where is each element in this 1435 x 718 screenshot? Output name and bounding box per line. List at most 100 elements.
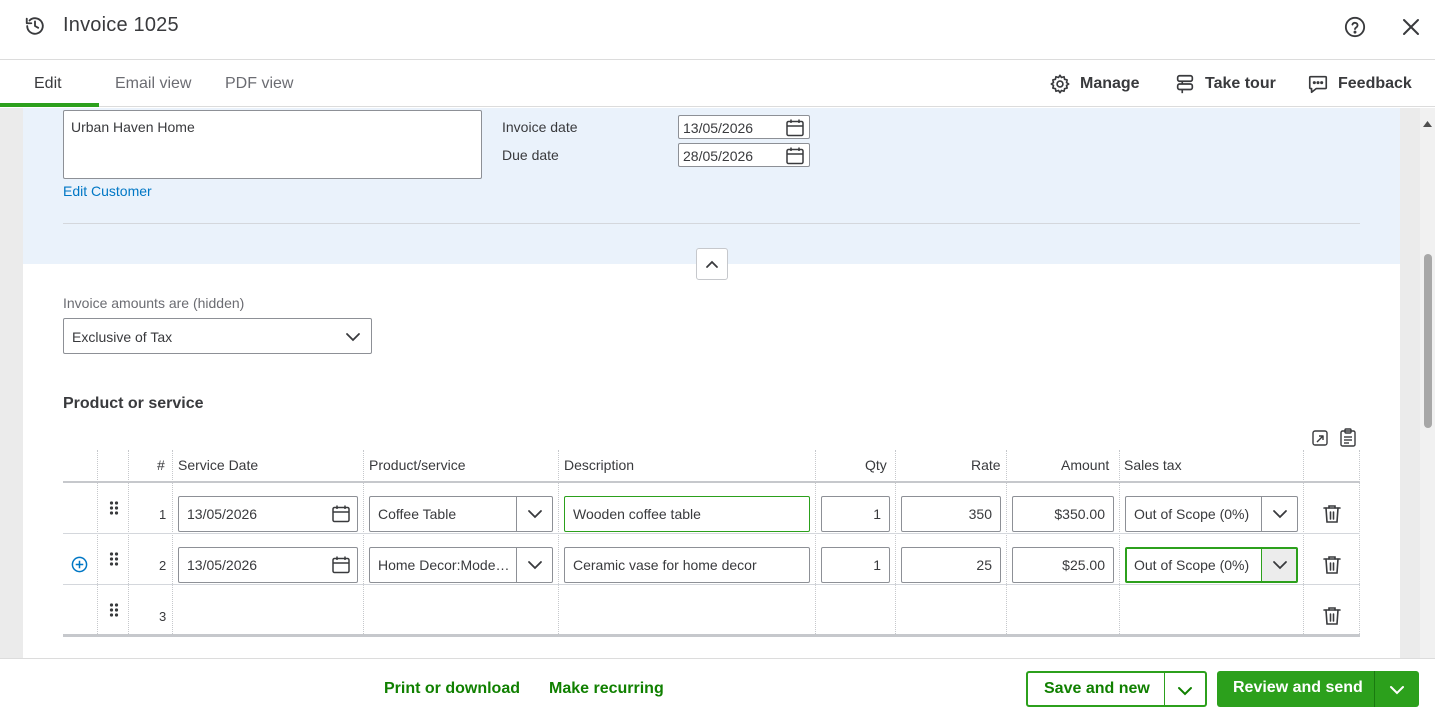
chevron-down-icon[interactable] bbox=[516, 548, 552, 582]
due-date-value: 28/05/2026 bbox=[683, 148, 754, 164]
section-divider bbox=[63, 223, 1360, 224]
active-tab-indicator bbox=[0, 103, 99, 107]
chevron-down-icon[interactable] bbox=[1177, 684, 1193, 702]
sales-tax-value: Out of Scope (0%) bbox=[1134, 506, 1250, 522]
description-value: Wooden coffee table bbox=[573, 506, 701, 522]
rate-input[interactable]: 350 bbox=[901, 496, 1001, 532]
row-number: 2 bbox=[159, 558, 167, 573]
column-divider bbox=[1303, 450, 1304, 636]
calendar-icon[interactable] bbox=[785, 118, 805, 141]
column-divider bbox=[172, 450, 173, 636]
amount-input[interactable]: $350.00 bbox=[1012, 496, 1114, 532]
chevron-up-icon bbox=[706, 260, 718, 268]
due-date-label: Due date bbox=[502, 147, 559, 163]
column-divider bbox=[558, 450, 559, 636]
invoice-date-input[interactable]: 13/05/2026 bbox=[678, 115, 810, 139]
column-divider bbox=[1359, 450, 1360, 636]
make-recurring-button[interactable]: Make recurring bbox=[549, 680, 664, 698]
row-number: 3 bbox=[159, 609, 167, 624]
scroll-up-arrow-icon[interactable] bbox=[1423, 114, 1432, 132]
sales-tax-select[interactable]: Out of Scope (0%) bbox=[1125, 547, 1298, 583]
review-and-send-button[interactable]: Review and send bbox=[1217, 671, 1419, 707]
signpost-icon bbox=[1176, 74, 1194, 94]
amount-value: $25.00 bbox=[1062, 557, 1105, 573]
tab-edit[interactable]: Edit bbox=[34, 75, 62, 93]
take-tour-button[interactable]: Take tour bbox=[1174, 71, 1276, 97]
product-select[interactable]: Home Decor:Mode… bbox=[369, 547, 553, 583]
add-line-icon[interactable] bbox=[71, 556, 88, 578]
invoice-date-label: Invoice date bbox=[502, 119, 578, 135]
qty-input[interactable]: 1 bbox=[821, 496, 890, 532]
feedback-button[interactable]: Feedback bbox=[1307, 71, 1412, 97]
tab-pdf-view[interactable]: PDF view bbox=[225, 75, 293, 93]
save-and-new-label: Save and new bbox=[1044, 680, 1150, 697]
billing-address-field[interactable]: Urban Haven Home bbox=[63, 110, 482, 179]
service-date-input[interactable]: 13/05/2026 bbox=[178, 496, 358, 532]
export-icon[interactable] bbox=[1311, 429, 1329, 452]
take-tour-label: Take tour bbox=[1205, 75, 1276, 92]
rate-input[interactable]: 25 bbox=[901, 547, 1001, 583]
chevron-down-icon[interactable] bbox=[1389, 683, 1405, 701]
calendar-icon[interactable] bbox=[331, 504, 351, 527]
button-split-divider bbox=[1374, 671, 1375, 707]
description-value: Ceramic vase for home decor bbox=[573, 557, 757, 573]
rate-value: 25 bbox=[976, 557, 992, 573]
qty-value: 1 bbox=[873, 557, 881, 573]
chevron-down-icon[interactable] bbox=[1261, 549, 1296, 581]
invoice-form: Urban Haven Home Invoice date 13/05/2026… bbox=[23, 108, 1400, 658]
manage-label: Manage bbox=[1080, 75, 1140, 92]
calendar-icon[interactable] bbox=[331, 555, 351, 578]
scrollbar-thumb[interactable] bbox=[1424, 254, 1432, 428]
drag-handle-icon[interactable] bbox=[109, 602, 119, 618]
column-divider bbox=[1119, 450, 1120, 636]
sales-tax-select[interactable]: Out of Scope (0%) bbox=[1125, 496, 1298, 532]
description-input[interactable]: Wooden coffee table bbox=[564, 496, 810, 532]
col-header-sales-tax: Sales tax bbox=[1124, 457, 1182, 473]
qty-input[interactable]: 1 bbox=[821, 547, 890, 583]
calendar-icon[interactable] bbox=[785, 146, 805, 169]
column-divider bbox=[97, 450, 98, 636]
title-bar: Invoice 1025 bbox=[0, 0, 1435, 60]
edit-customer-link[interactable]: Edit Customer bbox=[63, 183, 152, 199]
tab-email-view[interactable]: Email view bbox=[115, 75, 191, 93]
help-icon[interactable] bbox=[1344, 16, 1366, 43]
invoice-amounts-select[interactable]: Exclusive of Tax bbox=[63, 318, 372, 354]
review-and-send-label: Review and send bbox=[1233, 679, 1363, 696]
drag-handle-icon[interactable] bbox=[109, 500, 119, 516]
drag-handle-icon[interactable] bbox=[109, 551, 119, 567]
print-or-download-button[interactable]: Print or download bbox=[384, 680, 520, 698]
service-date-input[interactable]: 13/05/2026 bbox=[178, 547, 358, 583]
chevron-down-icon[interactable] bbox=[1261, 497, 1297, 531]
invoice-amounts-label: Invoice amounts are (hidden) bbox=[63, 295, 245, 311]
trash-icon[interactable] bbox=[1323, 606, 1341, 631]
description-input[interactable]: Ceramic vase for home decor bbox=[564, 547, 810, 583]
trash-icon[interactable] bbox=[1323, 504, 1341, 529]
page-title: Invoice 1025 bbox=[63, 14, 179, 36]
collapse-button[interactable] bbox=[696, 248, 728, 280]
due-date-input[interactable]: 28/05/2026 bbox=[678, 143, 810, 167]
trash-icon[interactable] bbox=[1323, 555, 1341, 580]
tab-bar: Edit Email view PDF view Manage Take tou… bbox=[0, 61, 1435, 107]
chevron-down-icon[interactable] bbox=[516, 497, 552, 531]
customer-name: Urban Haven Home bbox=[71, 119, 195, 135]
history-icon[interactable] bbox=[24, 15, 46, 42]
save-and-new-button[interactable]: Save and new bbox=[1026, 671, 1207, 707]
rate-value: 350 bbox=[968, 506, 992, 522]
close-icon[interactable] bbox=[1401, 17, 1421, 42]
gear-icon bbox=[1050, 74, 1070, 94]
invoice-content: Urban Haven Home Invoice date 13/05/2026… bbox=[0, 108, 1435, 658]
product-select[interactable]: Coffee Table bbox=[369, 496, 553, 532]
product-value: Coffee Table bbox=[378, 506, 457, 522]
customer-section: Urban Haven Home Invoice date 13/05/2026… bbox=[23, 108, 1400, 264]
amount-input[interactable]: $25.00 bbox=[1012, 547, 1114, 583]
col-header-service-date: Service Date bbox=[178, 457, 259, 473]
vertical-scrollbar[interactable] bbox=[1420, 108, 1435, 658]
table-bottom-border bbox=[63, 634, 1360, 637]
feedback-label: Feedback bbox=[1338, 75, 1412, 92]
manage-button[interactable]: Manage bbox=[1049, 71, 1140, 97]
column-divider bbox=[1006, 450, 1007, 636]
product-section-title: Product or service bbox=[63, 395, 204, 412]
col-header-description: Description bbox=[564, 457, 635, 473]
product-value: Home Decor:Mode… bbox=[378, 557, 510, 573]
footer-bar: Print or download Make recurring Save an… bbox=[0, 658, 1435, 718]
